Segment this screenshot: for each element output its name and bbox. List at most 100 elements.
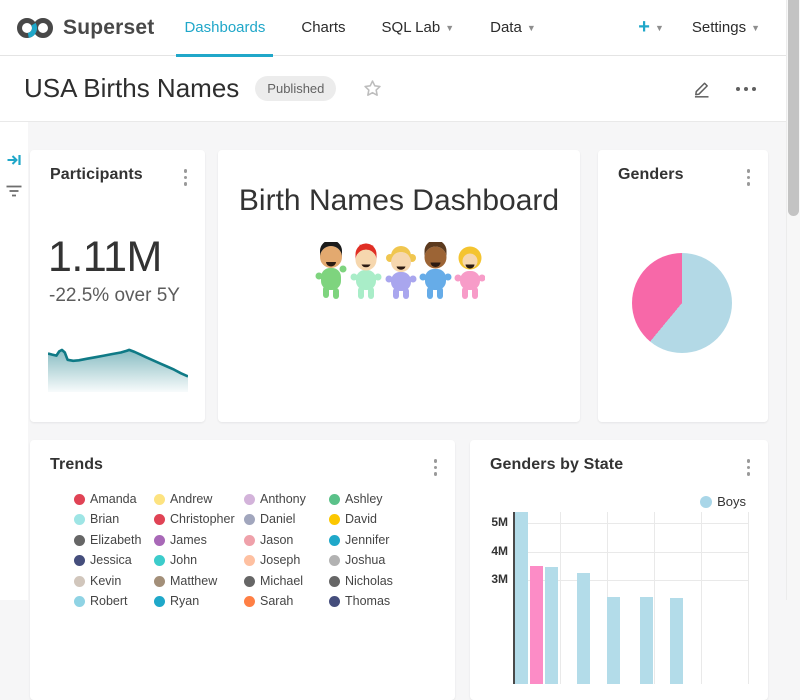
legend-item-thomas[interactable]: Thomas bbox=[329, 595, 425, 608]
legend-swatch bbox=[74, 494, 85, 505]
plus-icon: + bbox=[638, 16, 650, 39]
genders-pie-chart[interactable] bbox=[632, 253, 732, 353]
more-actions-button[interactable] bbox=[736, 83, 756, 95]
filter-toggle-button[interactable] bbox=[0, 184, 28, 198]
legend-item-joseph[interactable]: Joseph bbox=[244, 554, 329, 567]
infinity-logo-icon bbox=[16, 15, 54, 41]
legend-label: Joshua bbox=[345, 554, 385, 567]
legend-swatch bbox=[154, 555, 165, 566]
legend-item-anthony[interactable]: Anthony bbox=[244, 493, 329, 506]
legend-label: Andrew bbox=[170, 493, 212, 506]
legend-item-daniel[interactable]: Daniel bbox=[244, 513, 329, 526]
legend-swatch bbox=[154, 514, 165, 525]
legend-label: Anthony bbox=[260, 493, 306, 506]
legend-label: Elizabeth bbox=[90, 534, 141, 547]
legend-label: Jennifer bbox=[345, 534, 389, 547]
page-scrollbar-thumb[interactable] bbox=[788, 0, 799, 216]
legend-label: Boys bbox=[717, 494, 746, 509]
legend-swatch bbox=[74, 576, 85, 587]
chevron-down-icon: ▼ bbox=[527, 24, 536, 33]
card-menu-button[interactable] bbox=[743, 166, 755, 189]
gridline bbox=[654, 512, 655, 684]
card-menu-button[interactable] bbox=[180, 166, 192, 189]
legend-item-james[interactable]: James bbox=[154, 534, 244, 547]
filter-bar-collapsed bbox=[0, 122, 28, 600]
chevron-down-icon: ▼ bbox=[655, 24, 664, 33]
nav-item-data[interactable]: Data ▼ bbox=[490, 0, 536, 56]
legend-item-jessica[interactable]: Jessica bbox=[74, 554, 154, 567]
legend-swatch bbox=[244, 576, 255, 587]
legend-item-amanda[interactable]: Amanda bbox=[74, 493, 154, 506]
trends-card: Trends AmandaAndrewAnthonyAshleyBrianChr… bbox=[30, 440, 455, 700]
legend-label: Daniel bbox=[260, 513, 295, 526]
nav-item-sql-lab[interactable]: SQL Lab ▼ bbox=[382, 0, 455, 56]
big-number-value: 1.11M bbox=[48, 236, 205, 279]
legend-item-david[interactable]: David bbox=[329, 513, 425, 526]
filter-icon bbox=[6, 184, 22, 198]
legend-label: Ryan bbox=[170, 595, 199, 608]
legend-swatch bbox=[244, 555, 255, 566]
expand-arrow-icon bbox=[6, 152, 22, 168]
legend-label: Christopher bbox=[170, 513, 235, 526]
legend-item-elizabeth[interactable]: Elizabeth bbox=[74, 534, 154, 547]
dashboard-heading: Birth Names Dashboard bbox=[218, 184, 580, 218]
bar-4 bbox=[577, 573, 590, 684]
legend-label: David bbox=[345, 513, 377, 526]
expand-filter-bar-button[interactable] bbox=[0, 152, 28, 168]
legend-item-andrew[interactable]: Andrew bbox=[154, 493, 244, 506]
legend-item-nicholas[interactable]: Nicholas bbox=[329, 575, 425, 588]
legend-item-john[interactable]: John bbox=[154, 554, 244, 567]
legend-swatch bbox=[74, 514, 85, 525]
new-item-button[interactable]: + ▼ bbox=[638, 16, 664, 39]
nav-item-charts[interactable]: Charts bbox=[301, 0, 345, 56]
legend-item-joshua[interactable]: Joshua bbox=[329, 554, 425, 567]
y-axis-tick: 4M bbox=[472, 544, 508, 558]
legend-item-matthew[interactable]: Matthew bbox=[154, 575, 244, 588]
legend-item-christopher[interactable]: Christopher bbox=[154, 513, 244, 526]
legend-item-boys[interactable]: Boys bbox=[700, 494, 746, 509]
card-menu-button[interactable] bbox=[743, 456, 755, 479]
legend-swatch bbox=[244, 535, 255, 546]
legend-label: Michael bbox=[260, 575, 303, 588]
genders-by-state-bar-chart[interactable] bbox=[513, 512, 749, 684]
published-badge[interactable]: Published bbox=[255, 76, 336, 101]
legend-label: Jessica bbox=[90, 554, 132, 567]
superset-logo[interactable]: Superset bbox=[16, 15, 154, 41]
nav-label: Charts bbox=[301, 19, 345, 36]
legend-item-brian[interactable]: Brian bbox=[74, 513, 154, 526]
settings-menu[interactable]: Settings ▼ bbox=[692, 19, 760, 36]
legend-item-jason[interactable]: Jason bbox=[244, 534, 329, 547]
legend-swatch bbox=[244, 514, 255, 525]
gridline bbox=[515, 523, 749, 524]
legend-label: Robert bbox=[90, 595, 128, 608]
legend-item-sarah[interactable]: Sarah bbox=[244, 595, 329, 608]
nav-label: Data bbox=[490, 19, 522, 36]
legend-label: Thomas bbox=[345, 595, 390, 608]
kebab-icon bbox=[747, 459, 751, 463]
legend-item-ryan[interactable]: Ryan bbox=[154, 595, 244, 608]
legend-label: John bbox=[170, 554, 197, 567]
nav-item-dashboards[interactable]: Dashboards bbox=[184, 0, 265, 56]
bar-6 bbox=[640, 597, 653, 684]
genders-card: Genders bbox=[598, 150, 768, 422]
bar-5 bbox=[607, 597, 620, 684]
legend-label: Jason bbox=[260, 534, 293, 547]
brand-name: Superset bbox=[63, 16, 154, 40]
big-number-subheader: -22.5% over 5Y bbox=[49, 285, 205, 307]
legend-item-jennifer[interactable]: Jennifer bbox=[329, 534, 425, 547]
card-menu-button[interactable] bbox=[430, 456, 442, 479]
legend-label: Ashley bbox=[345, 493, 383, 506]
page-scrollbar-track[interactable] bbox=[786, 0, 800, 600]
favorite-star-button[interactable] bbox=[362, 78, 383, 99]
edit-dashboard-button[interactable] bbox=[691, 78, 712, 99]
legend-item-michael[interactable]: Michael bbox=[244, 575, 329, 588]
legend-item-robert[interactable]: Robert bbox=[74, 595, 154, 608]
bar-2 bbox=[530, 566, 543, 684]
legend-swatch bbox=[74, 596, 85, 607]
legend-item-kevin[interactable]: Kevin bbox=[74, 575, 154, 588]
legend-swatch bbox=[74, 555, 85, 566]
legend-label: Sarah bbox=[260, 595, 293, 608]
legend-item-ashley[interactable]: Ashley bbox=[329, 493, 425, 506]
legend-swatch bbox=[154, 576, 165, 587]
participants-trend-sparkline bbox=[48, 340, 188, 392]
